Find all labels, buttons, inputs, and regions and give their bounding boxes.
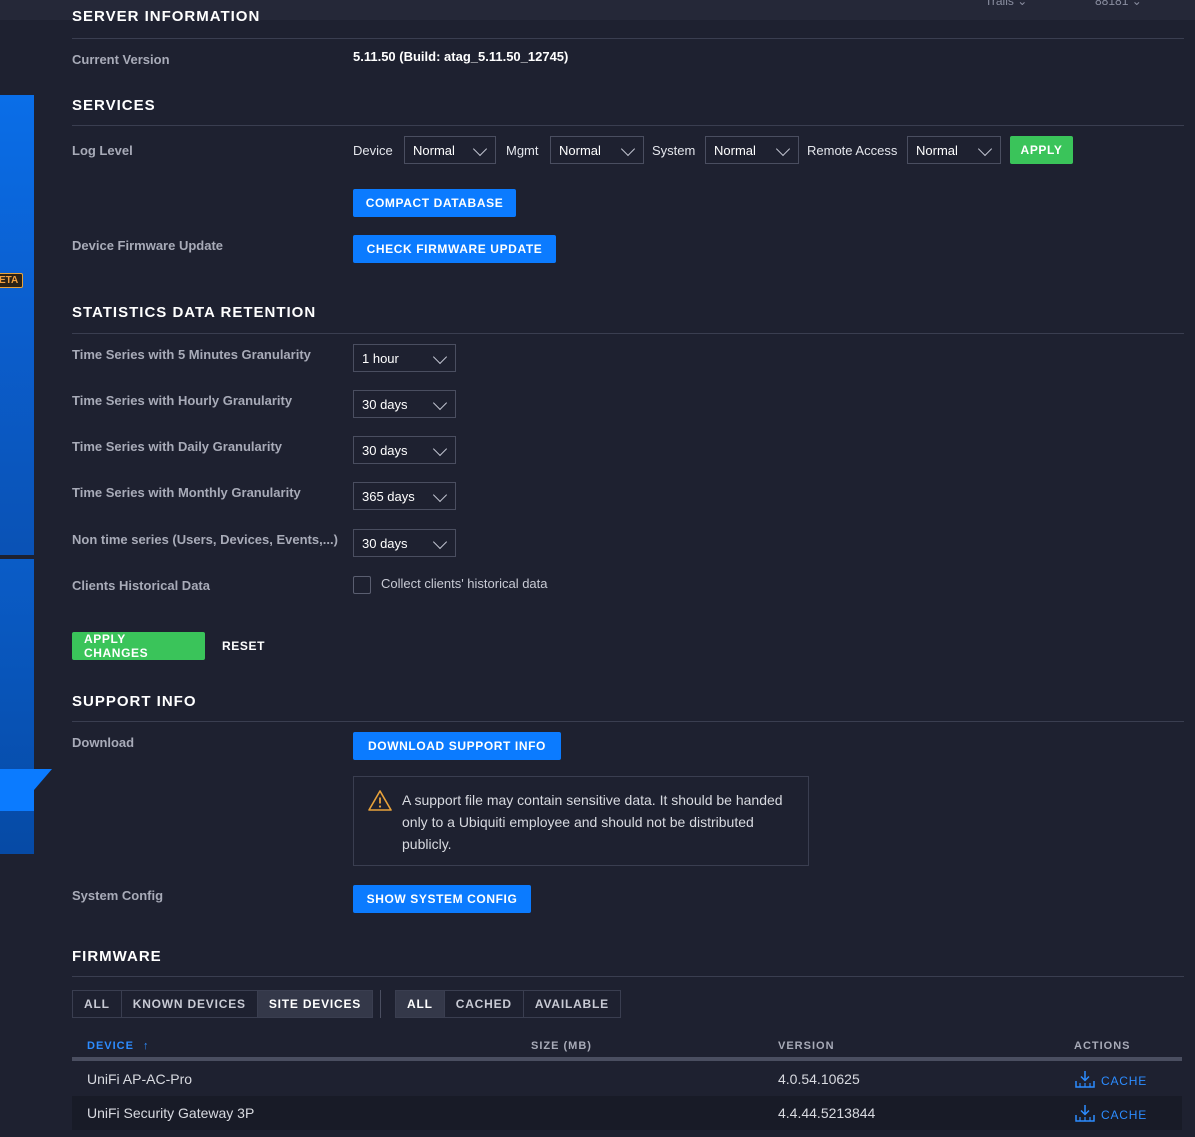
check-firmware-update-button[interactable]: CHECK FIRMWARE UPDATE	[353, 235, 556, 263]
tab-all-devices[interactable]: ALL	[73, 991, 122, 1017]
status-filter-tabs: ALL CACHED AVAILABLE	[395, 990, 621, 1018]
retention-hourly-label: Time Series with Hourly Granularity	[72, 393, 293, 408]
tab-all-status[interactable]: ALL	[396, 991, 445, 1017]
column-header-size[interactable]: SIZE (MB)	[531, 1040, 592, 1052]
device-log-value: Normal	[413, 142, 455, 158]
show-system-config-button[interactable]: SHOW SYSTEM CONFIG	[353, 885, 531, 913]
column-header-device[interactable]: DEVICE ↑	[87, 1040, 150, 1052]
divider	[72, 125, 1184, 126]
download-cache-icon	[1075, 1070, 1095, 1091]
cache-label: CACHE	[1101, 1107, 1148, 1122]
section-title-server-info: SERVER INFORMATION	[72, 8, 261, 25]
retention-5min-label: Time Series with 5 Minutes Granularity	[72, 347, 311, 362]
tab-known-devices[interactable]: KNOWN DEVICES	[122, 991, 258, 1017]
retention-non-time-series-select[interactable]: 30 days	[353, 529, 456, 557]
mgmt-log-label: Mgmt	[506, 143, 539, 158]
compact-database-button[interactable]: COMPACT DATABASE	[353, 189, 516, 217]
tab-available[interactable]: AVAILABLE	[524, 991, 620, 1017]
settings-content: SERVER INFORMATION Current Version 5.11.…	[72, 0, 1184, 1137]
apply-log-level-button[interactable]: APPLY	[1010, 136, 1073, 164]
current-version-value: 5.11.50 (Build: atag_5.11.50_12745)	[353, 49, 569, 64]
sort-ascending-icon: ↑	[143, 1040, 150, 1052]
firmware-version: 4.4.44.5213844	[778, 1105, 876, 1121]
collect-clients-history-checkbox[interactable]	[353, 576, 371, 594]
warning-icon	[368, 789, 392, 814]
table-header-divider	[72, 1057, 1182, 1061]
download-support-info-button[interactable]: DOWNLOAD SUPPORT INFO	[353, 732, 561, 760]
chevron-down-icon	[620, 141, 636, 157]
current-version-label: Current Version	[72, 52, 170, 67]
column-header-version[interactable]: VERSION	[778, 1040, 835, 1052]
retention-monthly-label: Time Series with Monthly Granularity	[72, 485, 301, 500]
mgmt-log-value: Normal	[559, 142, 601, 158]
retention-daily-select[interactable]: 30 days	[353, 436, 456, 464]
divider	[72, 976, 1184, 977]
device-name: UniFi Security Gateway 3P	[87, 1105, 255, 1121]
retention-hourly-value: 30 days	[362, 396, 408, 412]
beta-badge: ETA	[0, 273, 24, 288]
support-warning-text: A support file may contain sensitive dat…	[402, 792, 783, 852]
firmware-update-label: Device Firmware Update	[72, 238, 224, 253]
chevron-down-icon	[432, 395, 448, 411]
cache-label: CACHE	[1101, 1073, 1148, 1088]
device-log-label: Device	[353, 143, 393, 158]
download-cache-icon	[1075, 1104, 1095, 1125]
chevron-down-icon	[432, 487, 448, 503]
chevron-down-icon	[775, 141, 791, 157]
cache-action-link[interactable]: CACHE	[1075, 1104, 1147, 1125]
sidebar-nav-panel[interactable]	[0, 95, 34, 555]
device-log-select[interactable]: Normal	[404, 136, 496, 164]
log-level-label: Log Level	[72, 143, 133, 158]
tab-cached[interactable]: CACHED	[445, 991, 524, 1017]
device-name: UniFi AP-AC-Pro	[87, 1071, 193, 1087]
chevron-down-icon	[432, 534, 448, 550]
divider	[72, 38, 1184, 39]
mgmt-log-select[interactable]: Normal	[550, 136, 644, 164]
section-title-support: SUPPORT INFO	[72, 693, 197, 710]
retention-monthly-value: 365 days	[362, 488, 415, 504]
reset-button[interactable]: RESET	[222, 639, 265, 653]
retention-daily-value: 30 days	[362, 442, 408, 458]
retention-5min-select[interactable]: 1 hour	[353, 344, 456, 372]
active-indicator-notch	[34, 769, 52, 790]
system-config-label: System Config	[72, 888, 164, 903]
column-header-actions: ACTIONS	[1074, 1040, 1131, 1052]
section-title-services: SERVICES	[72, 97, 156, 114]
clients-historical-label: Clients Historical Data	[72, 578, 210, 593]
tab-group-separator	[380, 990, 381, 1018]
apply-changes-button[interactable]: APPLY CHANGES	[72, 632, 205, 660]
retention-non-time-series-label: Non time series (Users, Devices, Events,…	[72, 532, 338, 547]
divider	[72, 721, 1184, 722]
table-row: UniFi Security Gateway 3P 4.4.44.5213844…	[72, 1096, 1182, 1130]
retention-daily-label: Time Series with Daily Granularity	[72, 439, 283, 454]
remote-access-log-value: Normal	[916, 142, 958, 158]
retention-hourly-select[interactable]: 30 days	[353, 390, 456, 418]
remote-access-log-select[interactable]: Normal	[907, 136, 1001, 164]
collect-clients-history-label[interactable]: Collect clients' historical data	[381, 576, 548, 591]
table-row: UniFi AP-AC-Pro 4.0.54.10625 CACHE	[72, 1062, 1182, 1096]
tab-site-devices[interactable]: SITE DEVICES	[257, 991, 373, 1017]
column-header-device-label: DEVICE	[87, 1040, 134, 1052]
device-filter-tabs: ALL KNOWN DEVICES SITE DEVICES	[72, 990, 374, 1018]
sidebar: ETA	[0, 20, 52, 1137]
chevron-down-icon	[977, 141, 993, 157]
chevron-down-icon	[472, 141, 488, 157]
system-log-label: System	[652, 143, 696, 158]
section-title-statistics: STATISTICS DATA RETENTION	[72, 304, 317, 321]
chevron-down-icon	[432, 441, 448, 457]
remote-access-log-label: Remote Access	[807, 143, 898, 158]
download-label: Download	[72, 735, 135, 750]
section-title-firmware: FIRMWARE	[72, 948, 162, 965]
system-log-value: Normal	[714, 142, 756, 158]
firmware-version: 4.0.54.10625	[778, 1071, 860, 1087]
cache-action-link[interactable]: CACHE	[1075, 1070, 1147, 1091]
system-log-select[interactable]: Normal	[705, 136, 799, 164]
retention-non-time-series-value: 30 days	[362, 535, 408, 551]
retention-5min-value: 1 hour	[362, 350, 399, 366]
divider	[72, 333, 1184, 334]
sidebar-item-settings-active[interactable]	[0, 769, 34, 811]
support-warning-box: A support file may contain sensitive dat…	[353, 776, 809, 866]
chevron-down-icon	[432, 349, 448, 365]
retention-monthly-select[interactable]: 365 days	[353, 482, 456, 510]
